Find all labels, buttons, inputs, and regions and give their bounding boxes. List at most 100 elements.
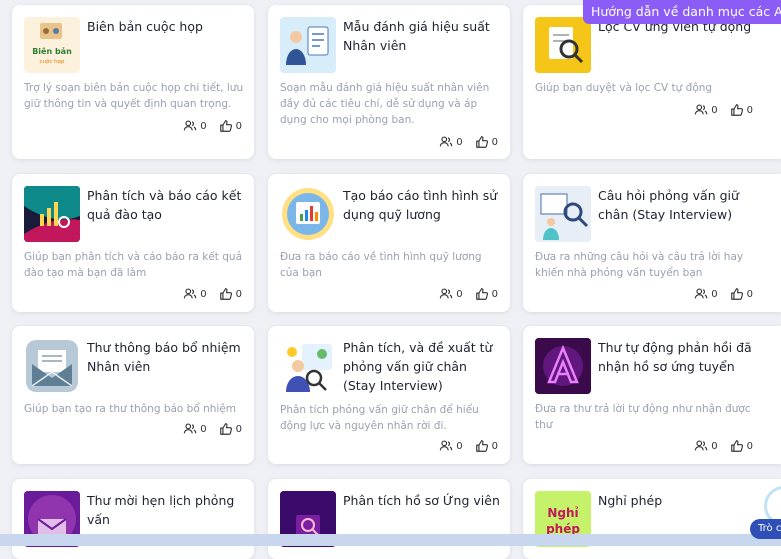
thumbs-up-icon [219, 288, 232, 300]
card-stats: 0 0 [183, 422, 242, 436]
users-icon [183, 120, 197, 131]
card-stats: 0 0 [439, 135, 498, 149]
thumbs-up-icon [475, 440, 488, 452]
likes-stat[interactable]: 0 [730, 287, 753, 301]
users-count: 0 [711, 104, 718, 116]
card-stats: 0 0 [694, 439, 753, 453]
agent-card[interactable]: Phân tích hồ sơ Ứng viên [268, 479, 510, 559]
card-title: Phân tích, và đề xuất từ phỏng vấn giữ c… [343, 340, 493, 393]
card-title: Phân tích hồ sơ Ứng viên [343, 493, 500, 508]
agent-card[interactable]: Phân tích, và đề xuất từ phỏng vấn giữ c… [268, 326, 510, 464]
meeting-minutes-thumbnail: Biên bản cuộc họp [24, 17, 80, 73]
card-description: Đưa ra thư trả lời tự động như nhận được… [535, 403, 751, 431]
users-stat: 0 [694, 287, 718, 301]
likes-stat[interactable]: 0 [219, 119, 242, 133]
users-stat: 0 [439, 287, 463, 301]
payroll-report-thumbnail [280, 186, 336, 242]
bottom-bar [0, 534, 781, 546]
users-icon [183, 288, 197, 299]
users-stat: 0 [439, 439, 463, 453]
thumbs-up-icon [730, 104, 743, 116]
appointment-letter-thumbnail [24, 338, 80, 394]
agent-card[interactable]: Lọc CV ứng viên tự động Giúp bạn duyệt v… [523, 5, 781, 159]
card-title: Thư mời hẹn lịch phỏng vấn [87, 493, 235, 527]
likes-count: 0 [746, 104, 753, 116]
likes-stat[interactable]: 0 [475, 135, 498, 149]
users-count: 0 [456, 136, 463, 148]
users-icon [694, 440, 708, 451]
users-icon [439, 288, 453, 299]
likes-count: 0 [235, 120, 242, 132]
likes-count: 0 [235, 288, 242, 300]
likes-stat[interactable]: 0 [730, 439, 753, 453]
card-stats: 0 0 [694, 287, 753, 301]
likes-stat[interactable]: 0 [219, 287, 242, 301]
card-title: Câu hỏi phỏng vấn giữ chân (Stay Intervi… [598, 188, 739, 222]
training-report-thumbnail [24, 186, 80, 242]
card-title: Thư tự động phản hồi đã nhận hồ sơ ứng t… [598, 340, 752, 374]
users-count: 0 [200, 288, 207, 300]
users-stat: 0 [183, 119, 207, 133]
card-stats: 0 0 [439, 287, 498, 301]
users-count: 0 [200, 120, 207, 132]
users-stat: 0 [694, 439, 718, 453]
thumbnail-text: Nghỉ [547, 506, 578, 520]
card-title: Phân tích và báo cáo kết quả đào tạo [87, 188, 242, 222]
likes-stat[interactable]: 0 [475, 287, 498, 301]
stay-interview-analysis-thumbnail [280, 338, 336, 394]
users-stat: 0 [694, 103, 718, 117]
likes-stat[interactable]: 0 [475, 439, 498, 453]
thumbs-up-icon [475, 136, 488, 148]
agent-card[interactable]: Nghỉ phép Nghỉ phép [523, 479, 781, 559]
thumbs-up-icon [730, 440, 743, 452]
users-count: 0 [456, 288, 463, 300]
agent-card[interactable]: Phân tích và báo cáo kết quả đào tạo Giú… [12, 174, 254, 312]
card-title: Biên bản cuộc họp [87, 19, 203, 34]
card-stats: 0 0 [439, 439, 498, 453]
agent-card[interactable]: Thư tự động phản hồi đã nhận hồ sơ ứng t… [523, 326, 781, 464]
thumbs-up-icon [730, 288, 743, 300]
card-stats: 0 0 [183, 287, 242, 301]
users-count: 0 [200, 423, 207, 435]
users-icon [183, 423, 197, 434]
performance-review-thumbnail [280, 17, 336, 73]
thumbnail-text: cuộc họp [40, 58, 65, 65]
thumbnail-text: Biên bản [32, 46, 72, 56]
card-title: Thư thông báo bổ nhiệm Nhân viên [87, 340, 241, 374]
agent-card[interactable]: Thư mời hẹn lịch phỏng vấn [12, 479, 254, 559]
agent-card[interactable]: Tạo báo cáo tình hình sử dụng quỹ lương … [268, 174, 510, 312]
likes-count: 0 [491, 288, 498, 300]
card-description: Giúp bạn tạo ra thư thông báo bổ nhiệm [24, 403, 237, 415]
card-description: Đưa ra báo cáo về tình hình quỹ lương củ… [280, 251, 482, 279]
agent-grid: Biên bản cuộc họp Biên bản cuộc họp Trợ … [0, 0, 781, 559]
users-stat: 0 [439, 135, 463, 149]
users-icon [439, 136, 453, 147]
agent-catalog-guide-banner[interactable]: Hướng dẫn về danh mục các Ag [583, 0, 781, 24]
likes-count: 0 [491, 136, 498, 148]
likes-stat[interactable]: 0 [730, 103, 753, 117]
card-title: Nghỉ phép [598, 493, 663, 508]
thumbs-up-icon [219, 120, 232, 132]
chat-label[interactable]: Trò c [750, 519, 781, 539]
agent-card[interactable]: Thư thông báo bổ nhiệm Nhân viên Giúp bạ… [12, 326, 254, 464]
likes-count: 0 [746, 440, 753, 452]
card-stats: 0 0 [183, 119, 242, 133]
card-description: Soạn mẫu đánh giá hiệu suất nhân viên đầ… [280, 82, 490, 126]
agent-card[interactable]: Mẫu đánh giá hiệu suất Nhân viên Soạn mẫ… [268, 5, 510, 159]
users-count: 0 [711, 288, 718, 300]
agent-card[interactable]: Câu hỏi phỏng vấn giữ chân (Stay Intervi… [523, 174, 781, 312]
card-description: Trợ lý soạn biên bản cuộc họp chi tiết, … [24, 82, 244, 110]
users-icon [694, 288, 708, 299]
users-stat: 0 [183, 422, 207, 436]
card-title: Tạo báo cáo tình hình sử dụng quỹ lương [343, 188, 498, 222]
users-icon [439, 440, 453, 451]
likes-stat[interactable]: 0 [219, 422, 242, 436]
thumbs-up-icon [219, 423, 232, 435]
card-stats: 0 0 [694, 103, 753, 117]
likes-count: 0 [235, 423, 242, 435]
card-title: Mẫu đánh giá hiệu suất Nhân viên [343, 19, 490, 53]
auto-reply-thumbnail [535, 338, 591, 394]
agent-card[interactable]: Biên bản cuộc họp Biên bản cuộc họp Trợ … [12, 5, 254, 159]
card-description: Giúp bạn phân tích và cáo báo ra kết quả… [24, 251, 243, 279]
users-count: 0 [456, 440, 463, 452]
